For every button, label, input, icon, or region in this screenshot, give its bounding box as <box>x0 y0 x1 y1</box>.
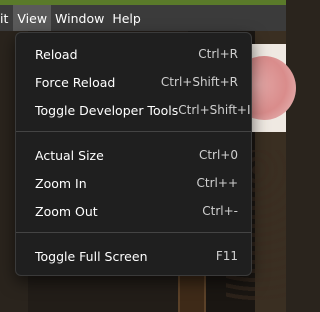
menu-item-reload[interactable]: Reload Ctrl+R <box>16 40 251 68</box>
menu-item-zoom-out[interactable]: Zoom Out Ctrl+- <box>16 197 251 225</box>
menu-item-label: Toggle Developer Tools <box>35 102 179 118</box>
menu-bar: it View Window Help <box>0 5 286 31</box>
menu-item-shortcut: Ctrl+R <box>198 47 238 61</box>
menu-item-shortcut: Ctrl+- <box>202 204 238 218</box>
menu-item-label: Force Reload <box>35 74 116 90</box>
menu-view[interactable]: View <box>13 5 52 31</box>
menu-item-label: Reload <box>35 46 78 62</box>
menu-item-force-reload[interactable]: Force Reload Ctrl+Shift+R <box>16 68 251 96</box>
menu-edit[interactable]: it <box>0 5 13 31</box>
menu-item-shortcut: F11 <box>215 249 238 263</box>
menu-item-label: Zoom In <box>35 175 87 191</box>
menu-item-label: Actual Size <box>35 147 104 163</box>
app-wood-frame <box>178 276 206 312</box>
menu-item-shortcut: Ctrl+Shift+I <box>178 103 251 117</box>
menu-item-toggle-full-screen[interactable]: Toggle Full Screen F11 <box>16 242 251 270</box>
view-menu-dropdown: Reload Ctrl+R Force Reload Ctrl+Shift+R … <box>15 32 252 276</box>
menu-item-shortcut: Ctrl+Shift+R <box>160 75 238 89</box>
menu-window[interactable]: Window <box>51 5 108 31</box>
menu-item-actual-size[interactable]: Actual Size Ctrl+0 <box>16 141 251 169</box>
menu-separator <box>16 232 251 233</box>
menu-help[interactable]: Help <box>108 5 145 31</box>
menu-item-label: Toggle Full Screen <box>35 248 148 264</box>
menu-item-shortcut: Ctrl++ <box>196 176 238 190</box>
menu-item-label: Zoom Out <box>35 203 98 219</box>
menu-separator <box>16 131 251 132</box>
menu-item-toggle-developer-tools[interactable]: Toggle Developer Tools Ctrl+Shift+I <box>16 96 251 124</box>
menu-item-shortcut: Ctrl+0 <box>198 148 238 162</box>
menu-item-zoom-in[interactable]: Zoom In Ctrl++ <box>16 169 251 197</box>
